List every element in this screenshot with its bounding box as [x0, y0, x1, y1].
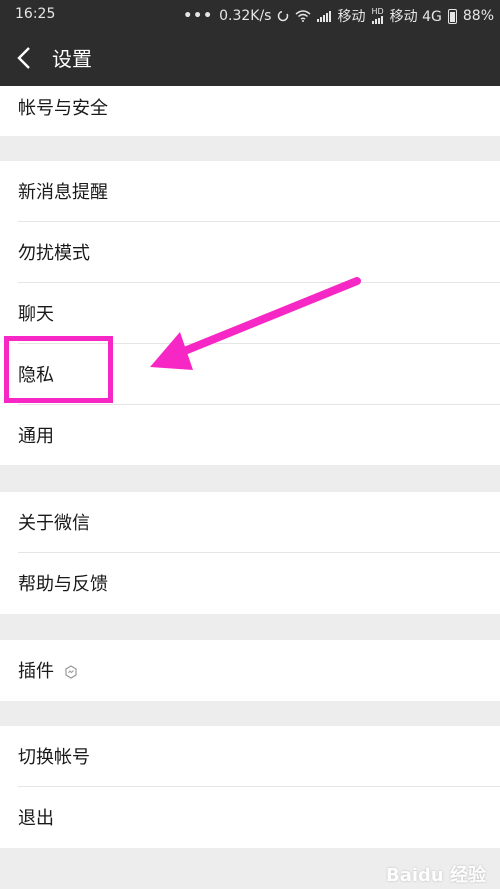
signal-icon-2 — [372, 16, 384, 24]
row-label: 关于微信 — [18, 513, 90, 534]
row-logout[interactable]: 退出 — [0, 787, 500, 848]
wifi-icon — [295, 10, 311, 22]
watermark: Baidu 经验 — [385, 865, 486, 886]
network-speed: 0.32K/s — [219, 8, 272, 24]
row-label: 勿扰模式 — [18, 243, 90, 264]
row-label: 新消息提醒 — [18, 182, 108, 203]
row-label: 聊天 — [18, 304, 54, 325]
page-title: 设置 — [52, 47, 92, 71]
group-session: 切换帐号 退出 — [0, 726, 500, 848]
status-time: 16:25 — [15, 6, 56, 22]
row-chat[interactable]: 聊天 — [0, 283, 500, 344]
row-do-not-disturb[interactable]: 勿扰模式 — [0, 222, 500, 283]
row-label: 切换帐号 — [18, 747, 90, 768]
row-plugins[interactable]: 插件 — [0, 640, 500, 701]
row-label: 帮助与反馈 — [18, 574, 108, 595]
status-bar: 16:25 ••• 0.32K/s 移动 HD 移动 4G 88% — [0, 0, 500, 30]
carrier-1: 移动 — [337, 9, 366, 25]
hd-label: HD — [371, 7, 384, 16]
back-arrow-icon[interactable] — [14, 44, 34, 72]
row-switch-account[interactable]: 切换帐号 — [0, 726, 500, 787]
row-new-message-notifications[interactable]: 新消息提醒 — [0, 161, 500, 222]
sync-icon — [278, 10, 289, 22]
signal-icon — [317, 10, 332, 22]
group-about: 关于微信 帮助与反馈 — [0, 492, 500, 614]
more-dots-icon: ••• — [183, 8, 214, 24]
carrier-2: 移动 4G — [389, 9, 442, 25]
group-plugins: 插件 — [0, 640, 500, 701]
row-label: 通用 — [18, 426, 54, 447]
highlight-box — [4, 336, 113, 403]
nav-bar: 设置 — [0, 30, 500, 86]
plugin-badge-icon — [65, 665, 77, 679]
row-label: 退出 — [18, 808, 54, 829]
row-about-wechat[interactable]: 关于微信 — [0, 492, 500, 553]
row-label: 帐号与安全 — [18, 98, 108, 119]
hd-signal: HD — [371, 7, 384, 24]
plugins-label: 插件 — [18, 661, 54, 682]
battery-percent: 88% — [462, 8, 494, 24]
row-account-security[interactable]: 帐号与安全 — [0, 86, 500, 136]
battery-icon — [447, 8, 457, 24]
row-label: 插件 — [18, 657, 78, 683]
status-right: ••• 0.32K/s 移动 HD 移动 4G 88% — [183, 6, 494, 26]
row-help-feedback[interactable]: 帮助与反馈 — [0, 553, 500, 614]
row-general[interactable]: 通用 — [0, 405, 500, 465]
group-general: 新消息提醒 勿扰模式 聊天 隐私 通用 — [0, 161, 500, 465]
group-account: 帐号与安全 — [0, 86, 500, 136]
